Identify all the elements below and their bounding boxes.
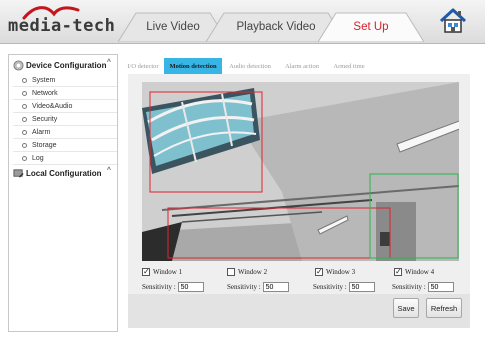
tab-set-up[interactable]: Set Up bbox=[318, 12, 424, 42]
tab-armed-time[interactable]: Armed time bbox=[330, 58, 368, 74]
settings-icon bbox=[13, 60, 24, 71]
checkbox-label: Window 1 bbox=[153, 268, 183, 276]
sidebar-item-log[interactable]: Log bbox=[13, 152, 117, 165]
sidebar-item-label: Storage bbox=[32, 141, 57, 149]
window-2-toggle[interactable]: Window 2 bbox=[227, 266, 267, 278]
sidebar-item-video-audio[interactable]: Video&Audio bbox=[13, 100, 117, 113]
window-1-checkbox[interactable]: ✓ bbox=[142, 268, 150, 276]
tab-label: Alarm action bbox=[284, 62, 320, 70]
tab-label: Audio detection bbox=[229, 62, 271, 70]
sidebar-item-storage[interactable]: Storage bbox=[13, 139, 117, 152]
sidebar-group-label: Local Configuration bbox=[26, 169, 102, 178]
tab-motion-detection[interactable]: Motion detection bbox=[164, 58, 222, 74]
logo-text: media-tech bbox=[8, 16, 116, 36]
window-2-sensitivity-input[interactable] bbox=[262, 282, 289, 292]
sensitivity-label: Sensitivity : bbox=[142, 283, 176, 291]
tab-label: Armed time bbox=[333, 62, 365, 70]
tab-label: Playback Video bbox=[236, 21, 316, 33]
tab-io-detector[interactable]: I/O detector bbox=[126, 58, 160, 74]
sensitivity-label: Sensitivity : bbox=[227, 283, 261, 291]
sidebar-group-device-configuration[interactable]: Device Configuration ^ bbox=[9, 58, 117, 73]
sidebar-item-alarm[interactable]: Alarm bbox=[13, 126, 117, 139]
sidebar-item-label: Network bbox=[32, 89, 58, 97]
sensitivity-label: Sensitivity : bbox=[313, 283, 347, 291]
tab-alarm-action[interactable]: Alarm action bbox=[281, 58, 323, 74]
checkbox-label: Window 2 bbox=[238, 268, 268, 276]
sidebar-item-system[interactable]: System bbox=[13, 74, 117, 87]
sidebar-item-label: Log bbox=[32, 154, 44, 162]
window-3-checkbox[interactable]: ✓ bbox=[315, 268, 323, 276]
bullet-icon bbox=[22, 130, 27, 135]
bullet-icon bbox=[22, 117, 27, 122]
local-config-icon bbox=[13, 169, 24, 178]
tab-label: I/O detector bbox=[127, 62, 159, 70]
save-button[interactable]: Save bbox=[393, 298, 419, 318]
settings-sidebar: Device Configuration ^ System Network Vi… bbox=[8, 54, 118, 332]
window-4-sensitivity-input[interactable] bbox=[427, 282, 454, 292]
window-1-sensitivity-input[interactable] bbox=[177, 282, 204, 292]
checkbox-label: Window 4 bbox=[405, 268, 435, 276]
home-button[interactable] bbox=[438, 6, 468, 36]
tab-label: Live Video bbox=[146, 21, 200, 33]
sidebar-group-label: Device Configuration bbox=[26, 61, 107, 70]
sidebar-item-label: Alarm bbox=[32, 128, 51, 136]
sidebar-item-security[interactable]: Security bbox=[13, 113, 117, 126]
checkbox-label: Window 3 bbox=[326, 268, 356, 276]
window-3-sensitivity-input[interactable] bbox=[348, 282, 375, 292]
refresh-button[interactable]: Refresh bbox=[426, 298, 462, 318]
top-header: media-tech Live Video Playback Video Set… bbox=[0, 0, 485, 44]
tab-label: Set Up bbox=[353, 21, 389, 33]
bullet-icon bbox=[22, 91, 27, 96]
home-icon bbox=[439, 8, 467, 33]
sidebar-item-label: System bbox=[32, 76, 56, 84]
window-3-toggle[interactable]: ✓ Window 3 bbox=[315, 266, 355, 278]
window-3-sensitivity: Sensitivity : bbox=[313, 281, 375, 293]
window-4-checkbox[interactable]: ✓ bbox=[394, 268, 402, 276]
sidebar-group-local-configuration[interactable]: Local Configuration ^ bbox=[9, 166, 117, 181]
window-2-sensitivity: Sensitivity : bbox=[227, 281, 289, 293]
sidebar-item-label: Security bbox=[32, 115, 58, 123]
bullet-icon bbox=[22, 143, 27, 148]
window-1-sensitivity: Sensitivity : bbox=[142, 281, 204, 293]
camera-frame bbox=[142, 82, 459, 261]
camera-preview[interactable] bbox=[142, 82, 459, 261]
window-1-toggle[interactable]: ✓ Window 1 bbox=[142, 266, 182, 278]
brand-logo: media-tech bbox=[6, 2, 126, 42]
sidebar-item-network[interactable]: Network bbox=[13, 87, 117, 100]
window-4-sensitivity: Sensitivity : bbox=[392, 281, 454, 293]
tab-audio-detection[interactable]: Audio detection bbox=[225, 58, 275, 74]
chevron-up-icon[interactable]: ^ bbox=[107, 59, 111, 66]
tab-label: Motion detection bbox=[169, 62, 217, 70]
window-4-toggle[interactable]: ✓ Window 4 bbox=[394, 266, 434, 278]
window-2-checkbox[interactable] bbox=[227, 268, 235, 276]
sidebar-item-label: Video&Audio bbox=[32, 102, 73, 110]
bullet-icon bbox=[22, 104, 27, 109]
chevron-up-icon[interactable]: ^ bbox=[107, 167, 111, 174]
bullet-icon bbox=[22, 78, 27, 83]
bullet-icon bbox=[22, 156, 27, 161]
sensitivity-label: Sensitivity : bbox=[392, 283, 426, 291]
